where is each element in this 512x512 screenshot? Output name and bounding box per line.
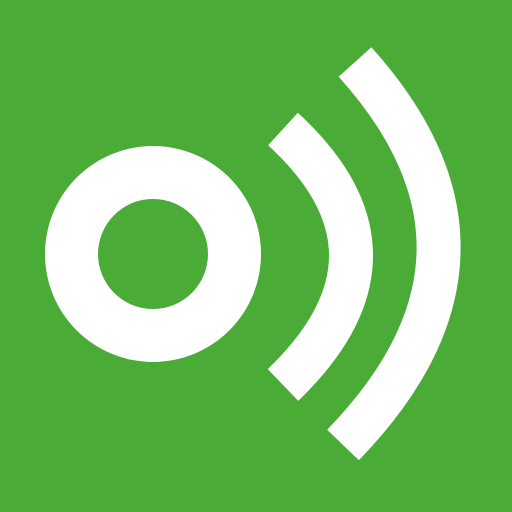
app-icon — [0, 0, 512, 512]
signal-source-ring-icon — [45, 146, 261, 362]
signal-wave-inner-icon — [267, 112, 373, 401]
broadcast-signal-icon — [45, 47, 461, 461]
